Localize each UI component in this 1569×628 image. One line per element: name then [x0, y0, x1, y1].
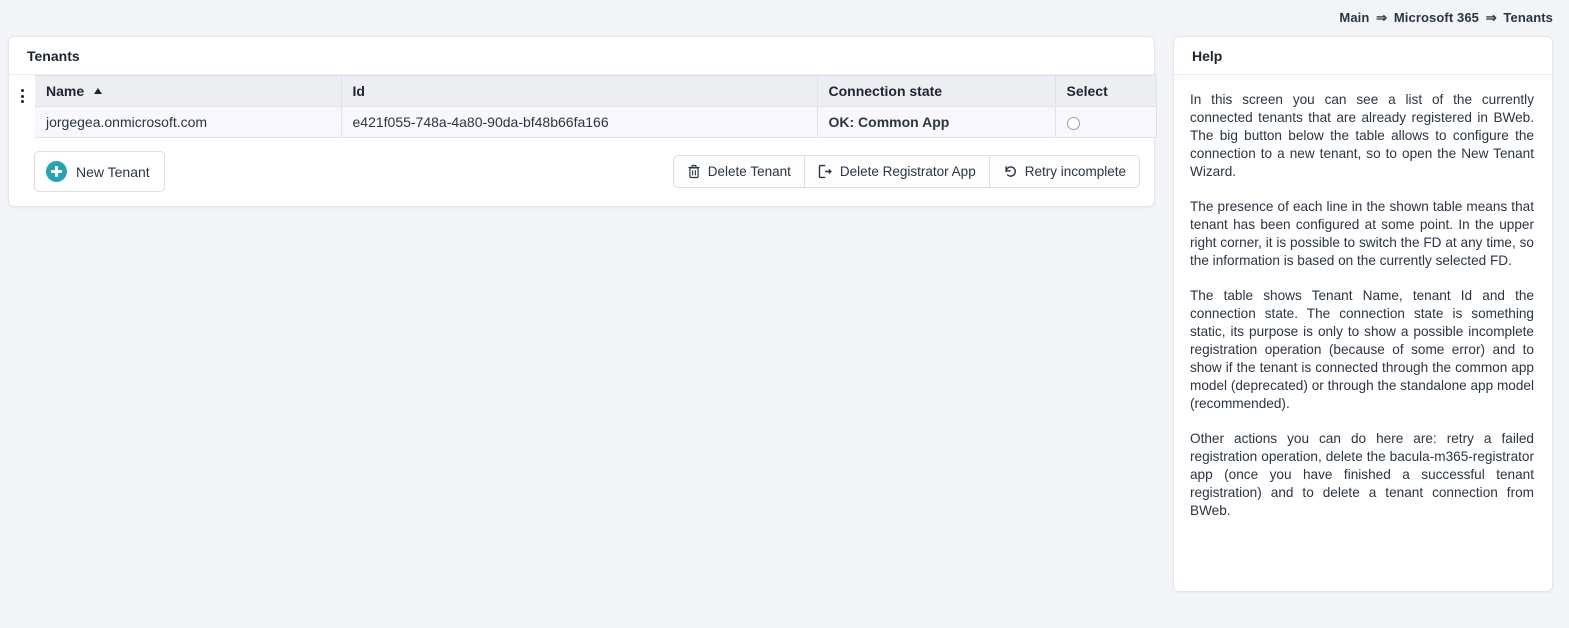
help-panel: Help In this screen you can see a list o…	[1173, 36, 1553, 592]
breadcrumb-separator: ⇒	[1485, 10, 1497, 25]
row-menu-cell	[9, 106, 35, 138]
help-panel-header: Help	[1174, 37, 1552, 75]
table-row[interactable]: jorgegea.onmicrosoft.com e421f055-748a-4…	[9, 106, 1157, 138]
tenant-action-button-group: Delete Tenant Delete Registrator App Ret…	[672, 155, 1140, 188]
delete-registrator-app-button[interactable]: Delete Registrator App	[803, 155, 989, 188]
sign-out-icon	[818, 164, 832, 179]
tenants-panel-header: Tenants	[9, 37, 1154, 75]
tenants-panel: Tenants Name Id Connection state Select …	[8, 36, 1157, 207]
column-header-select[interactable]: Select	[1055, 75, 1157, 107]
trash-icon	[688, 164, 700, 179]
help-panel-body: In this screen you can see a list of the…	[1174, 75, 1552, 536]
column-header-name[interactable]: Name	[35, 75, 342, 107]
tenants-actions-row: New Tenant Delete Tenant Delete Registra…	[9, 138, 1154, 206]
column-header-connection-state[interactable]: Connection state	[817, 75, 1056, 107]
tenants-table: Name Id Connection state Select jorgegea…	[9, 75, 1157, 138]
new-tenant-button-label: New Tenant	[76, 163, 150, 180]
breadcrumb: Main ⇒ Microsoft 365 ⇒ Tenants	[1339, 10, 1553, 26]
delete-tenant-label: Delete Tenant	[707, 164, 791, 179]
cell-select[interactable]	[1055, 106, 1157, 138]
breadcrumb-item-main[interactable]: Main	[1339, 10, 1369, 25]
help-paragraph: In this screen you can see a list of the…	[1190, 92, 1534, 179]
page-content: Tenants Name Id Connection state Select …	[0, 36, 1569, 592]
delete-tenant-button[interactable]: Delete Tenant	[672, 155, 804, 188]
breadcrumb-item-tenants[interactable]: Tenants	[1503, 10, 1553, 25]
retry-incomplete-button[interactable]: Retry incomplete	[988, 155, 1140, 188]
status-badge: OK: Common App	[817, 106, 1056, 138]
page-title: Tenants	[27, 48, 80, 64]
breadcrumb-item-microsoft-365[interactable]: Microsoft 365	[1394, 10, 1479, 25]
three-dots-vertical-icon[interactable]	[20, 89, 24, 103]
help-paragraph: Other actions you can do here are: retry…	[1190, 431, 1534, 518]
caret-up-icon	[94, 88, 103, 94]
table-header-row: Name Id Connection state Select	[9, 75, 1157, 107]
rotate-left-icon	[1005, 166, 1016, 177]
new-tenant-button[interactable]: New Tenant	[34, 151, 165, 192]
help-paragraph: The table shows Tenant Name, tenant Id a…	[1190, 288, 1534, 411]
column-header-id[interactable]: Id	[341, 75, 818, 107]
help-paragraph: The presence of each line in the shown t…	[1190, 199, 1534, 268]
tenants-panel-body: Name Id Connection state Select jorgegea…	[9, 75, 1157, 206]
select-tenant-radio[interactable]	[1066, 116, 1080, 130]
column-menu-cell	[9, 75, 35, 107]
breadcrumb-separator: ⇒	[1376, 10, 1388, 25]
breadcrumb-bar: Main ⇒ Microsoft 365 ⇒ Tenants	[0, 0, 1569, 36]
plus-circle-icon	[46, 161, 67, 182]
retry-incomplete-label: Retry incomplete	[1024, 164, 1126, 179]
cell-tenant-name: jorgegea.onmicrosoft.com	[35, 106, 342, 138]
column-header-name-label: Name	[46, 83, 85, 99]
cell-tenant-id: e421f055-748a-4a80-90da-bf48b66fa166	[341, 106, 818, 138]
delete-registrator-app-label: Delete Registrator App	[839, 164, 976, 179]
help-panel-title: Help	[1192, 48, 1223, 64]
